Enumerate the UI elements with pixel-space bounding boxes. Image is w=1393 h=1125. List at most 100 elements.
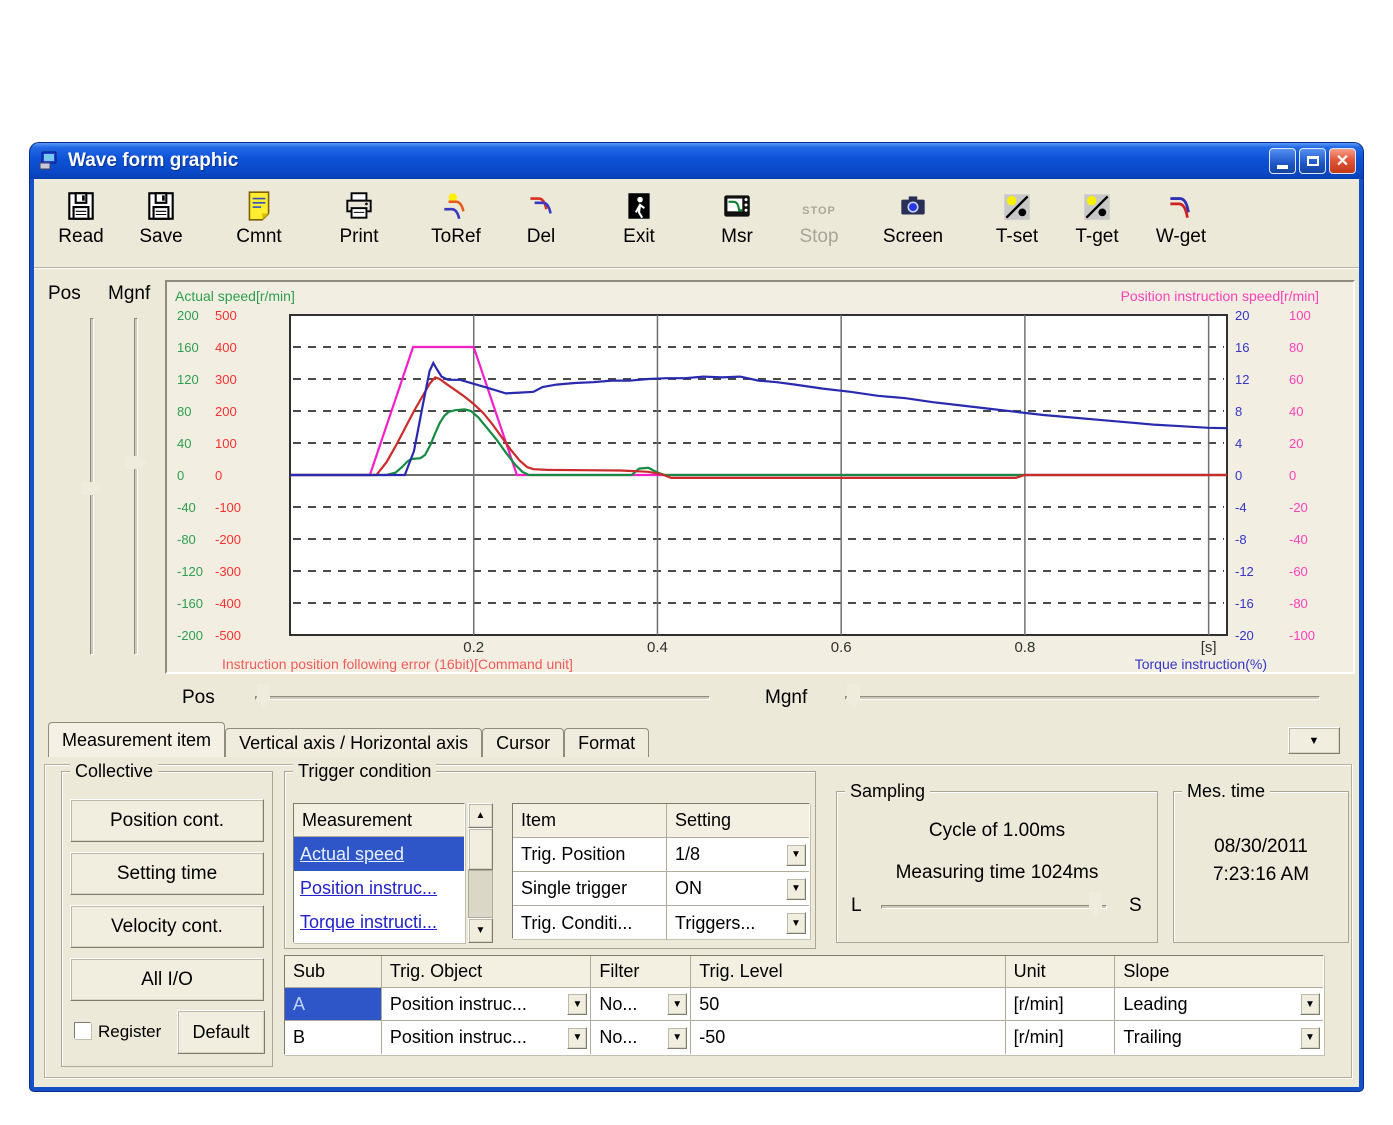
svg-text:0.6: 0.6 [831,639,852,656]
svg-text:-400: -400 [215,596,241,611]
measurement-item-position-instruction[interactable]: Position instruc... [294,871,464,905]
svg-text:0: 0 [215,468,222,483]
minimize-button[interactable] [1269,148,1296,174]
trig-condition-value[interactable]: Triggers... [675,913,755,934]
trig-level-a-field[interactable]: 50 [691,988,1005,1020]
all-io-button[interactable]: All I/O [70,958,264,1001]
pos-vertical-slider-thumb[interactable] [81,482,103,495]
trig-object-b-dropdown-button[interactable]: ▼ [567,1027,587,1049]
svg-text:12: 12 [1235,372,1249,387]
read-button[interactable]: Read [40,188,122,262]
trig-level-b-field[interactable]: -50 [691,1021,1005,1054]
mgnf-horizontal-slider-thumb[interactable] [847,684,860,709]
mgnf-horizontal-slider-track[interactable] [845,696,1320,700]
tset-button[interactable]: T-set [976,188,1058,262]
setting-row-label: Single trigger [513,872,667,905]
trig-object-b-value[interactable]: Position instruc... [390,1027,527,1048]
filter-a-dropdown-button[interactable]: ▼ [667,993,687,1015]
svg-text:8: 8 [1235,404,1242,419]
filter-a-value[interactable]: No... [599,994,637,1015]
sampling-slider-track[interactable] [881,905,1107,909]
default-button[interactable]: Default [177,1010,265,1054]
stop-button: STOP Stop [778,188,860,262]
slope-a-dropdown-button[interactable]: ▼ [1300,993,1320,1015]
chevron-down-icon: ▼ [1309,735,1320,747]
trigger-condition-group: Trigger condition Measurement Actual spe… [284,771,816,949]
mgnf-vertical-slider-track[interactable] [134,318,138,655]
pos-horizontal-slider-track[interactable] [255,696,710,700]
measurement-item-actual-speed[interactable]: Actual speed [294,837,464,871]
toref-button[interactable]: ToRef [415,188,497,262]
measure-button[interactable]: Msr [696,188,778,262]
trig-object-a-dropdown-button[interactable]: ▼ [567,993,587,1015]
save-button[interactable]: Save [120,188,202,262]
window-title: Wave form graphic [68,150,238,172]
tget-button[interactable]: T-get [1056,188,1138,262]
delete-button[interactable]: Del [500,188,582,262]
svg-text:-80: -80 [177,532,196,547]
measurement-list-header: Measurement [294,804,464,837]
velocity-cont-button[interactable]: Velocity cont. [70,905,264,948]
waveform-chart-svg: 20016012080400-40-80-120-160-20050040030… [167,282,1353,672]
scroll-down-button[interactable]: ▼ [468,918,493,943]
svg-text:-20: -20 [1289,500,1308,515]
svg-text:-12: -12 [1235,564,1254,579]
app-window: Wave form graphic ✕ Read Save Cmn [30,143,1363,1091]
sub-a-cell[interactable]: A [285,988,382,1020]
mgnf-vertical-slider-thumb[interactable] [125,456,147,469]
svg-text:0: 0 [177,468,184,483]
comment-label: Cmnt [236,226,281,248]
screen-button[interactable]: Screen [872,188,954,262]
trig-condition-dropdown-button[interactable]: ▼ [786,912,806,934]
measurement-item-torque-instruction[interactable]: Torque instructi... [294,905,464,939]
trig-position-value[interactable]: 1/8 [675,844,700,865]
tab-overflow-dropdown-button[interactable]: ▼ [1288,727,1340,754]
exit-door-icon [621,188,657,224]
comment-button[interactable]: Cmnt [218,188,300,262]
svg-text:40: 40 [177,436,191,451]
trig-position-dropdown-button[interactable]: ▼ [786,844,806,866]
pos-horizontal-slider-thumb[interactable] [257,684,270,709]
print-button[interactable]: Print [318,188,400,262]
tab-vertical-horizontal-axis[interactable]: Vertical axis / Horizontal axis [225,728,482,757]
close-button[interactable]: ✕ [1329,148,1356,174]
read-label: Read [58,226,103,248]
exit-button[interactable]: Exit [598,188,680,262]
slope-a-value[interactable]: Leading [1123,994,1187,1015]
slope-b-dropdown-button[interactable]: ▼ [1300,1027,1320,1049]
unit-b-value: [r/min] [1006,1021,1116,1054]
scrollbar-track[interactable] [468,870,493,918]
svg-text:200: 200 [215,404,237,419]
single-trigger-value[interactable]: ON [675,878,702,899]
filter-b-dropdown-button[interactable]: ▼ [667,1027,687,1049]
slope-b-value[interactable]: Trailing [1123,1027,1181,1048]
wget-button[interactable]: W-get [1140,188,1222,262]
svg-text:-40: -40 [177,500,196,515]
tab-measurement-item[interactable]: Measurement item [48,722,225,757]
dropdown-arrow-icon: ▼ [791,883,801,894]
svg-text:160: 160 [177,340,199,355]
tab-cursor[interactable]: Cursor [482,728,564,757]
sampling-slider-thumb[interactable] [1089,892,1102,918]
svg-text:-120: -120 [177,564,203,579]
maximize-button[interactable] [1299,148,1326,174]
svg-text:-200: -200 [215,532,241,547]
setting-time-button[interactable]: Setting time [70,852,264,895]
svg-text:500: 500 [215,308,237,323]
sub-b-cell[interactable]: B [285,1021,382,1054]
single-trigger-dropdown-button[interactable]: ▼ [786,878,806,900]
trigger-row-a: A Position instruc... ▼ No... ▼ 50 [r/mi… [285,988,1323,1021]
pos-horizontal-slider-label: Pos [182,687,215,709]
scroll-up-button[interactable]: ▲ [468,803,493,828]
scrollbar-thumb[interactable] [468,828,493,870]
delete-label: Del [527,226,556,248]
minimize-icon [1277,165,1288,169]
filter-b-value[interactable]: No... [599,1027,637,1048]
trig-object-a-value[interactable]: Position instruc... [390,994,527,1015]
trigger-settings-table: Item Setting Trig. Position 1/8 ▼ Single… [512,803,810,939]
svg-text:-500: -500 [215,628,241,643]
position-cont-button[interactable]: Position cont. [70,799,264,842]
register-checkbox[interactable] [74,1022,91,1039]
tab-format[interactable]: Format [564,728,649,757]
svg-text:4: 4 [1235,436,1242,451]
